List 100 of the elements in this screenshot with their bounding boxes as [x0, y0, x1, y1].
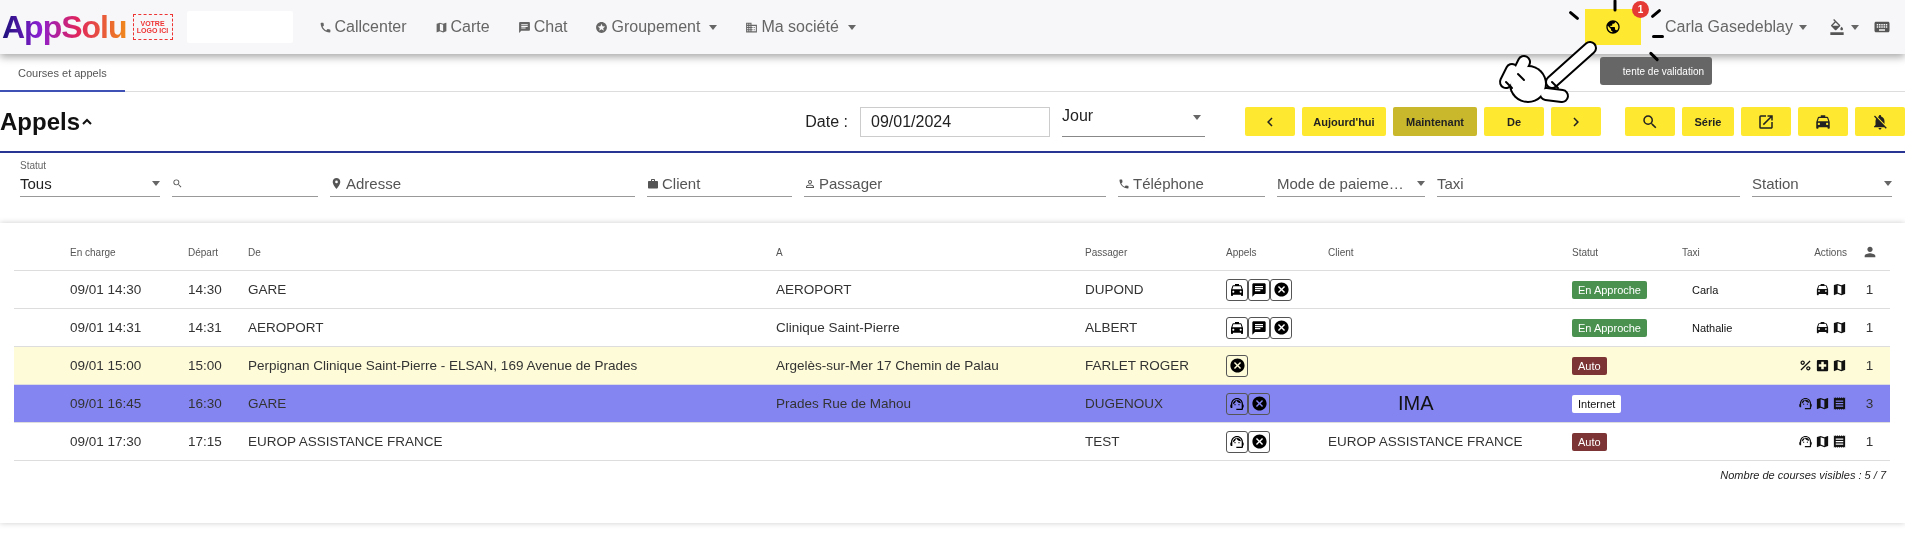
- toolbar-button[interactable]: Série: [1682, 107, 1734, 136]
- date-field[interactable]: 09/01/2024: [860, 106, 1050, 137]
- taxi-icon[interactable]: [1815, 282, 1830, 297]
- period-select[interactable]: Jour: [1062, 106, 1205, 137]
- search-icon: [172, 178, 183, 189]
- filter-field[interactable]: Mode de paieme…: [1277, 171, 1425, 197]
- table-cell: IMA: [1398, 392, 1434, 415]
- table-cell: EUROP ASSISTANCE FRANCE: [248, 434, 443, 449]
- map-icon[interactable]: [1815, 396, 1830, 411]
- table-cell: TEST: [1085, 434, 1120, 449]
- search-icon: [1641, 112, 1659, 131]
- column-header: A: [776, 247, 784, 258]
- filter-field[interactable]: Client: [647, 171, 792, 197]
- call-button[interactable]: [1226, 354, 1248, 377]
- table-cell: Prades Rue de Mahou: [776, 396, 912, 411]
- bell-off-icon: [1871, 112, 1889, 131]
- call-button[interactable]: [1248, 392, 1270, 415]
- column-header: Appels: [1226, 247, 1258, 258]
- call-button[interactable]: [1270, 316, 1292, 339]
- nav-item[interactable]: Carte: [420, 18, 504, 36]
- list-icon[interactable]: [1832, 396, 1847, 411]
- headset-icon[interactable]: [1798, 396, 1813, 411]
- call-button[interactable]: [1226, 316, 1248, 339]
- column-header: Taxi: [1682, 247, 1701, 258]
- toolbar-button[interactable]: [1855, 107, 1905, 136]
- caret-icon: [1417, 181, 1425, 186]
- nav-item[interactable]: Chat: [503, 18, 582, 36]
- filter-field[interactable]: Station: [1752, 171, 1892, 197]
- nav-item[interactable]: Callcenter: [304, 18, 421, 36]
- table-cell: Argelès-sur-Mer 17 Chemin de Palau: [776, 358, 999, 373]
- filter-field[interactable]: Tous: [20, 171, 160, 197]
- medical-kit-icon[interactable]: [1815, 358, 1830, 373]
- page-title[interactable]: Appels: [0, 107, 92, 136]
- map-icon[interactable]: [1815, 434, 1830, 449]
- status-tag: Auto: [1572, 432, 1607, 451]
- tab[interactable]: Courses et appels: [0, 67, 125, 92]
- sparkle-line: [1613, 0, 1617, 12]
- table-cell: Perpignan Clinique Saint-Pierre - ELSAN, 169 Avenue de Prades: [248, 358, 638, 373]
- caret-icon: [152, 181, 160, 186]
- toolbar-button[interactable]: Aujourd'hui: [1302, 107, 1386, 136]
- cancel-icon: [1250, 433, 1268, 450]
- table-cell: GARE: [248, 396, 287, 411]
- chat-icon: [1251, 281, 1267, 298]
- filter-field[interactable]: Téléphone: [1118, 171, 1265, 197]
- chat-icon: [517, 20, 531, 34]
- taxi-icon: [1814, 112, 1832, 131]
- filter-field[interactable]: Passager: [804, 171, 1106, 197]
- caret-icon: [1799, 24, 1807, 30]
- call-button[interactable]: [1226, 392, 1248, 415]
- percent-icon[interactable]: [1798, 358, 1813, 373]
- map-icon[interactable]: [1832, 320, 1847, 335]
- call-button[interactable]: [1248, 278, 1270, 301]
- person-icon: [804, 177, 816, 190]
- toolbar-button[interactable]: [1798, 107, 1848, 136]
- map-icon[interactable]: [1832, 358, 1847, 373]
- table-cell: 1: [1865, 358, 1874, 373]
- call-button[interactable]: [1226, 430, 1248, 453]
- table-cell: 1: [1865, 282, 1874, 297]
- chevron-up-icon: [82, 118, 92, 125]
- call-button[interactable]: [1248, 430, 1270, 453]
- tooltip: tente de validation: [1600, 57, 1712, 85]
- nav-item[interactable]: Groupement: [581, 18, 732, 36]
- call-button[interactable]: [1270, 278, 1292, 301]
- status-tag: En Approche: [1572, 280, 1647, 299]
- toolbar-button[interactable]: De: [1484, 107, 1544, 136]
- table-cell: 14:30: [188, 282, 222, 297]
- taxi-icon[interactable]: [1815, 320, 1830, 335]
- toolbar-button[interactable]: [1741, 107, 1791, 136]
- table-cell: 09/01 14:30: [70, 282, 142, 297]
- call-button[interactable]: [1248, 316, 1270, 339]
- cancel-icon: [1228, 357, 1246, 374]
- caret-icon: [1193, 114, 1201, 120]
- headset-icon[interactable]: [1798, 434, 1813, 449]
- theme-button[interactable]: [1829, 19, 1859, 35]
- filter-field[interactable]: Taxi: [1437, 171, 1740, 197]
- toolbar-button[interactable]: [1625, 107, 1675, 136]
- list-icon[interactable]: [1832, 434, 1847, 449]
- table-row[interactable]: 09/01 15:00 15:00 Perpignan Clinique Saint-Pierre - ELSAN, 169 Avenue de Prades Argelès-sur-Mer 17 Chemin de Palau FARLET ROGER Auto 1: [14, 347, 1890, 385]
- chat-icon: [1251, 319, 1267, 336]
- table-cell: EUROP ASSISTANCE FRANCE: [1328, 434, 1523, 449]
- table-cell: Clinique Saint-Pierre: [776, 320, 900, 335]
- nav-item[interactable]: Ma société: [731, 18, 870, 36]
- table-cell: DUGENOUX: [1085, 396, 1163, 411]
- sparkle-line: [1652, 35, 1664, 38]
- filter-field[interactable]: Adresse: [330, 171, 635, 197]
- toolbar-button[interactable]: Maintenant: [1393, 107, 1477, 136]
- table-cell: 3: [1865, 396, 1874, 411]
- status-tag: Auto: [1572, 356, 1607, 375]
- column-header: Client: [1328, 247, 1355, 258]
- cancel-icon: [1250, 395, 1268, 412]
- phone-icon: [1118, 177, 1130, 190]
- table-row[interactable]: 09/01 16:45 16:30 GARE Prades Rue de Mahou DUGENOUX IMA Internet 3: [14, 385, 1890, 423]
- table-cell: AEROPORT: [776, 282, 852, 297]
- user-menu[interactable]: Carla Gasedeblay: [1664, 18, 1807, 36]
- call-button[interactable]: [1226, 278, 1248, 301]
- external-link-icon: [1757, 112, 1775, 131]
- visible-count: Nombre de courses visibles : 5 / 7: [1719, 468, 1888, 481]
- map-icon[interactable]: [1832, 282, 1847, 297]
- taxi-icon: [1229, 319, 1245, 336]
- table-cell: 09/01 14:31: [70, 320, 142, 335]
